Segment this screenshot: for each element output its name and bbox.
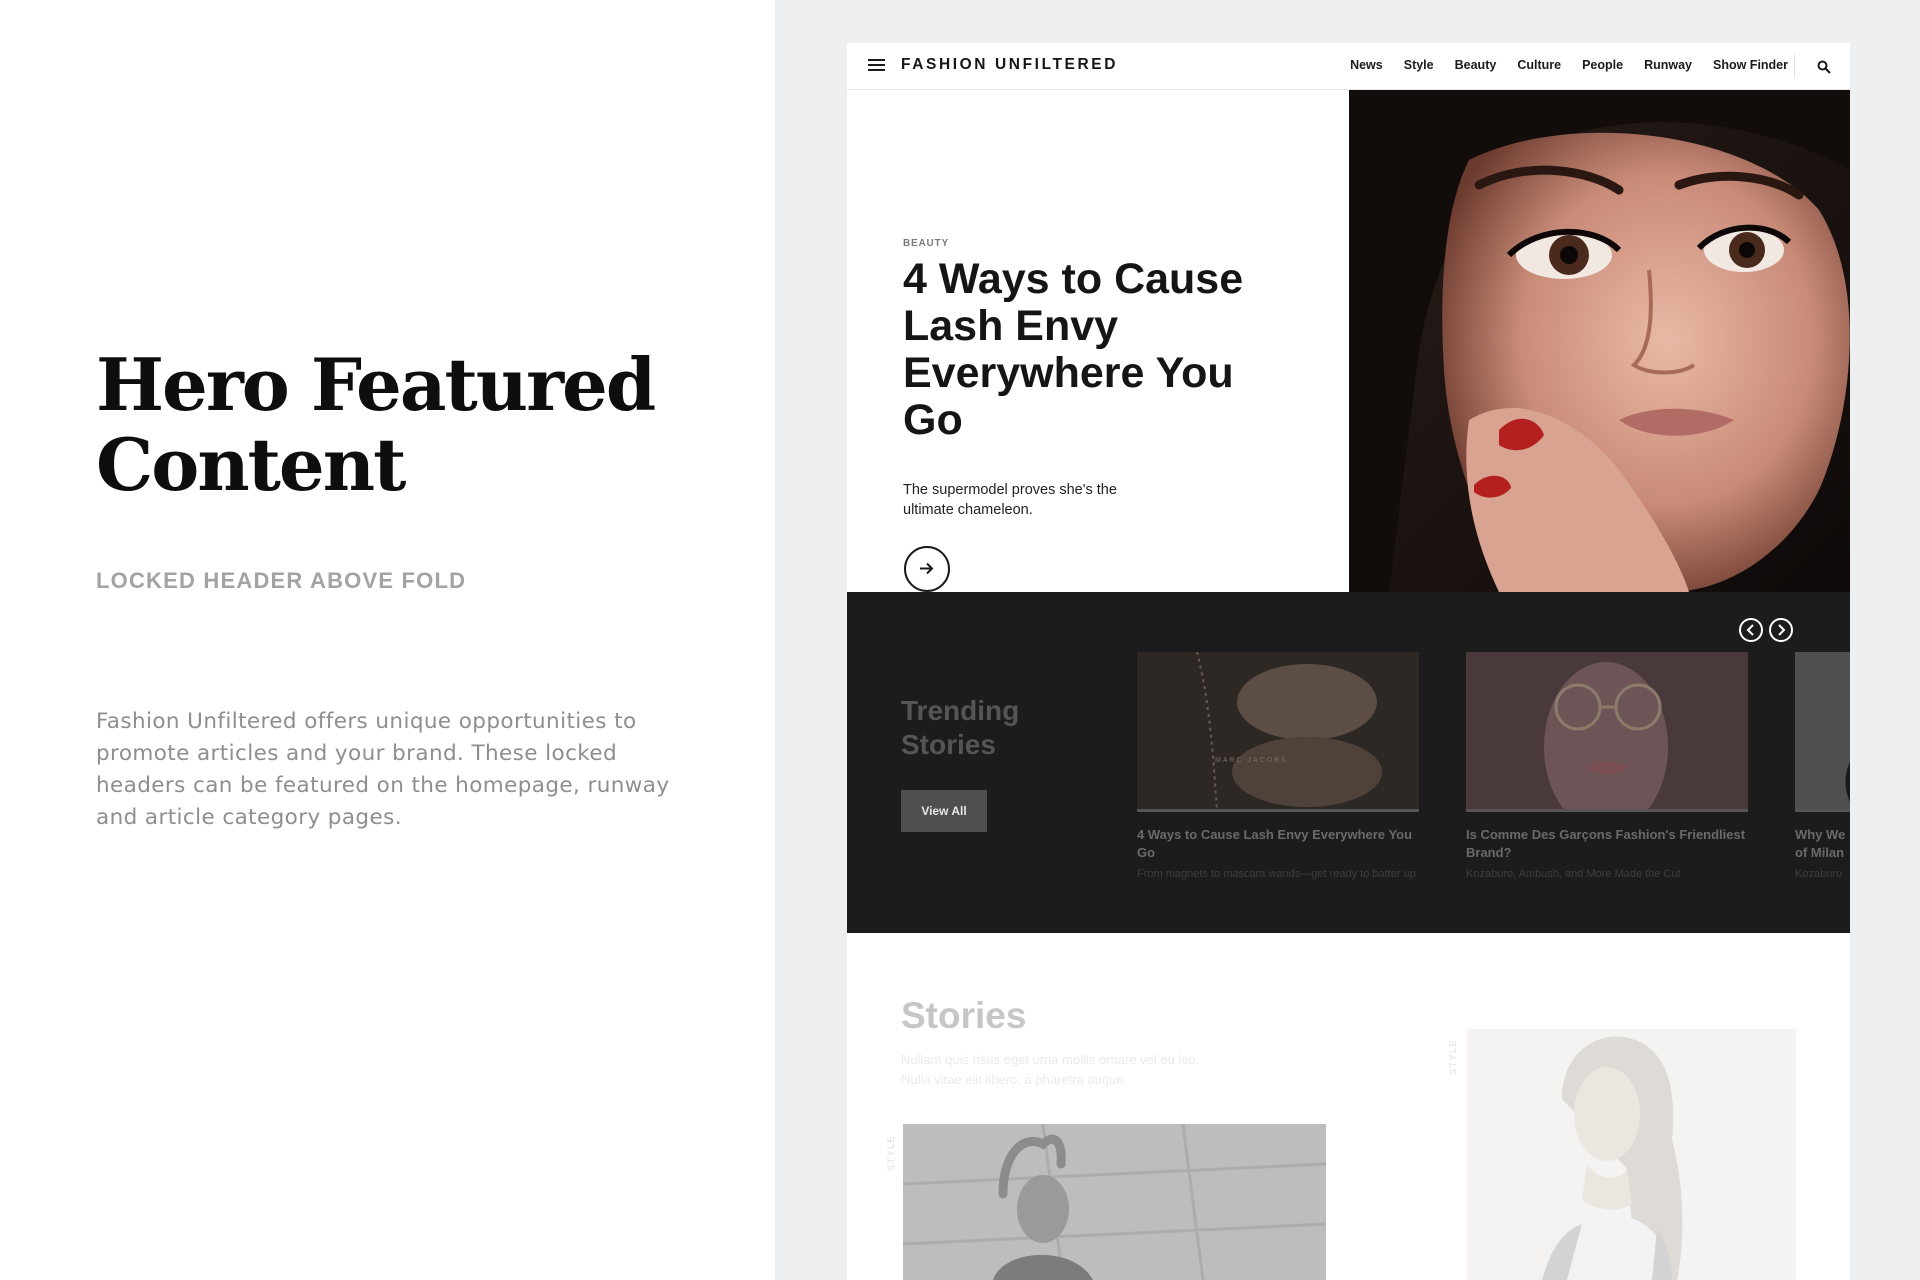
nav-divider (1794, 54, 1795, 78)
trending-card-title[interactable]: Why We of Milan (1795, 826, 1850, 862)
hero-title[interactable]: 4 Ways to Cause Lash Envy Everywhere You… (903, 256, 1283, 444)
trending-card-description: Kozaburo (1795, 868, 1843, 880)
arrow-right-icon (920, 562, 934, 575)
trending-card-image (1795, 652, 1850, 812)
carousel-prev-button[interactable] (1739, 618, 1763, 642)
trending-card[interactable]: Why We of Milan Kozaburo (1795, 652, 1850, 882)
trending-card-description: Kozaburo, Ambush, and More Made the Cut (1466, 868, 1681, 880)
hero-dek: The supermodel proves she's the ultimate… (903, 482, 1117, 518)
site-header: FASHION UNFILTERED News Style Beauty Cul… (847, 43, 1850, 90)
story-image[interactable] (1467, 1029, 1796, 1280)
main-nav: News Style Beauty Culture People Runway … (1329, 58, 1788, 72)
chevron-right-icon (1778, 624, 1786, 636)
nav-item-show-finder[interactable]: Show Finder (1713, 58, 1788, 72)
panel-subtitle: LOCKED HEADER ABOVE FOLD (96, 568, 467, 593)
nav-item-style[interactable]: Style (1404, 58, 1434, 72)
trending-title: Trending Stories (901, 695, 1020, 760)
hero-portrait-illustration (1349, 90, 1850, 592)
nav-item-news[interactable]: News (1350, 58, 1383, 72)
view-all-button[interactable]: View All (901, 790, 987, 832)
trending-section: Trending Stories View All MARC JACOBS 4 … (847, 592, 1850, 933)
search-icon[interactable] (1817, 60, 1831, 74)
website-mockup: FASHION UNFILTERED News Style Beauty Cul… (847, 43, 1850, 1280)
panel-title: Hero Featured Content (96, 342, 656, 507)
story-category-tag[interactable]: STYLE (1448, 1039, 1458, 1075)
stories-section: Stories Nullam quis risus eget urna moll… (847, 933, 1850, 1280)
trending-card-description: From magnets to mascara wands—get ready … (1137, 868, 1416, 880)
hero-image[interactable] (1349, 90, 1850, 592)
stories-description: Nullam quis risus eget urna mollis ornar… (901, 1052, 1200, 1087)
card-image-brand-text: MARC JACOBS (1215, 757, 1288, 764)
nav-item-runway[interactable]: Runway (1644, 58, 1692, 72)
chevron-left-icon (1746, 624, 1754, 636)
hero-text-block: BEAUTY 4 Ways to Cause Lash Envy Everywh… (847, 90, 1349, 592)
trending-card[interactable]: MARC JACOBS 4 Ways to Cause Lash Envy Ev… (1137, 652, 1419, 882)
story-category-tag[interactable]: STYLE (886, 1135, 896, 1171)
stories-title: Stories (901, 995, 1027, 1036)
panel-description: Fashion Unfiltered offers unique opportu… (96, 709, 670, 830)
trending-card-image: MARC JACOBS (1137, 652, 1419, 812)
trending-card-image (1466, 652, 1748, 812)
nav-item-beauty[interactable]: Beauty (1455, 58, 1497, 72)
story-image[interactable] (903, 1124, 1326, 1280)
brand-logo[interactable]: FASHION UNFILTERED (901, 56, 1118, 74)
carousel-next-button[interactable] (1769, 618, 1793, 642)
nav-item-culture[interactable]: Culture (1517, 58, 1561, 72)
description-panel: Hero Featured Content LOCKED HEADER ABOV… (0, 0, 775, 1280)
hero-category[interactable]: BEAUTY (903, 238, 949, 249)
hero-read-more-button[interactable] (904, 546, 950, 592)
trending-card-title[interactable]: 4 Ways to Cause Lash Envy Everywhere You… (1137, 826, 1419, 862)
nav-item-people[interactable]: People (1582, 58, 1623, 72)
menu-icon[interactable] (868, 59, 885, 73)
trending-card-title[interactable]: Is Comme Des Garçons Fashion's Friendlie… (1466, 826, 1748, 862)
trending-card[interactable]: Is Comme Des Garçons Fashion's Friendlie… (1466, 652, 1748, 882)
